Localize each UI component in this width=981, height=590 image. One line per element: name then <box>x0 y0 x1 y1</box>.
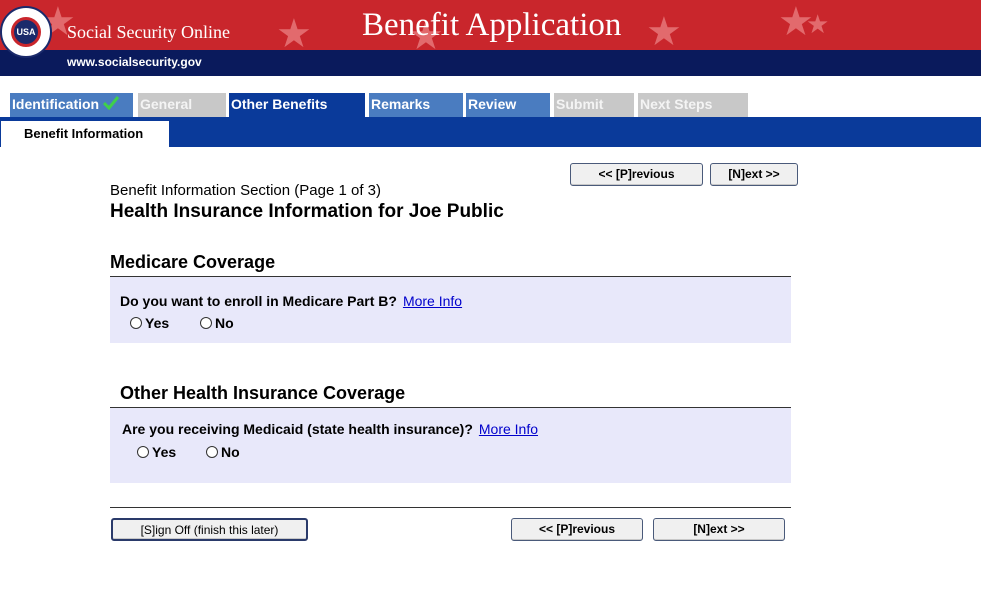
previous-button-top[interactable]: << [P]revious <box>570 163 703 186</box>
star-decoration-icon: ★ <box>806 10 830 40</box>
star-decoration-icon: ★ <box>276 11 312 50</box>
medicare-panel <box>110 277 791 343</box>
subtab-benefit-information[interactable]: Benefit Information <box>0 120 170 147</box>
medicare-yes-radio[interactable]: Yes <box>130 315 169 331</box>
radio-circle-icon <box>130 317 142 329</box>
medicare-heading: Medicare Coverage <box>110 252 276 272</box>
medicare-no-radio[interactable]: No <box>200 315 234 331</box>
previous-button-bottom[interactable]: << [P]revious <box>511 518 643 541</box>
medicaid-more-info-link[interactable]: More Info <box>479 421 538 437</box>
radio-circle-icon <box>200 317 212 329</box>
tab-submit[interactable]: Submit <box>554 93 634 117</box>
ssa-seal-logo: USA <box>0 6 52 58</box>
tab-general[interactable]: General <box>138 93 226 117</box>
next-button-bottom[interactable]: [N]ext >> <box>653 518 785 541</box>
star-decoration-icon: ★ <box>646 9 682 50</box>
site-name: Social Security Online <box>67 22 230 42</box>
tab-identification[interactable]: Identification <box>10 93 133 117</box>
tab-other-benefits[interactable]: Other Benefits <box>229 93 365 117</box>
medicare-more-info-link[interactable]: More Info <box>403 293 462 309</box>
radio-circle-icon <box>206 446 218 458</box>
medicare-question: Do you want to enroll in Medicare Part B… <box>120 293 463 309</box>
tab-next-steps[interactable]: Next Steps <box>638 93 748 117</box>
other-insurance-heading: Other Health Insurance Coverage <box>120 383 406 403</box>
checkmark-icon <box>103 96 120 110</box>
divider <box>110 507 791 508</box>
medicaid-yes-radio[interactable]: Yes <box>137 444 176 460</box>
tab-remarks[interactable]: Remarks <box>369 93 463 117</box>
tab-review[interactable]: Review <box>466 93 550 117</box>
sign-off-button[interactable]: [S]ign Off (finish this later) <box>111 518 308 541</box>
header-banner: ★ ★ ★ ★ ★ ★ Social Security Online Benef… <box>0 0 981 50</box>
app-title: Benefit Application <box>362 7 622 43</box>
medicaid-question: Are you receiving Medicaid (state health… <box>122 421 539 437</box>
page: ★ ★ ★ ★ ★ ★ Social Security Online Benef… <box>0 0 981 590</box>
radio-circle-icon <box>137 446 149 458</box>
site-url: www.socialsecurity.gov <box>67 55 202 69</box>
url-bar: www.socialsecurity.gov <box>0 50 981 76</box>
section-progress: Benefit Information Section (Page 1 of 3… <box>110 182 381 199</box>
next-button-top[interactable]: [N]ext >> <box>710 163 798 186</box>
medicaid-no-radio[interactable]: No <box>206 444 240 460</box>
page-title: Health Insurance Information for Joe Pub… <box>110 201 504 222</box>
